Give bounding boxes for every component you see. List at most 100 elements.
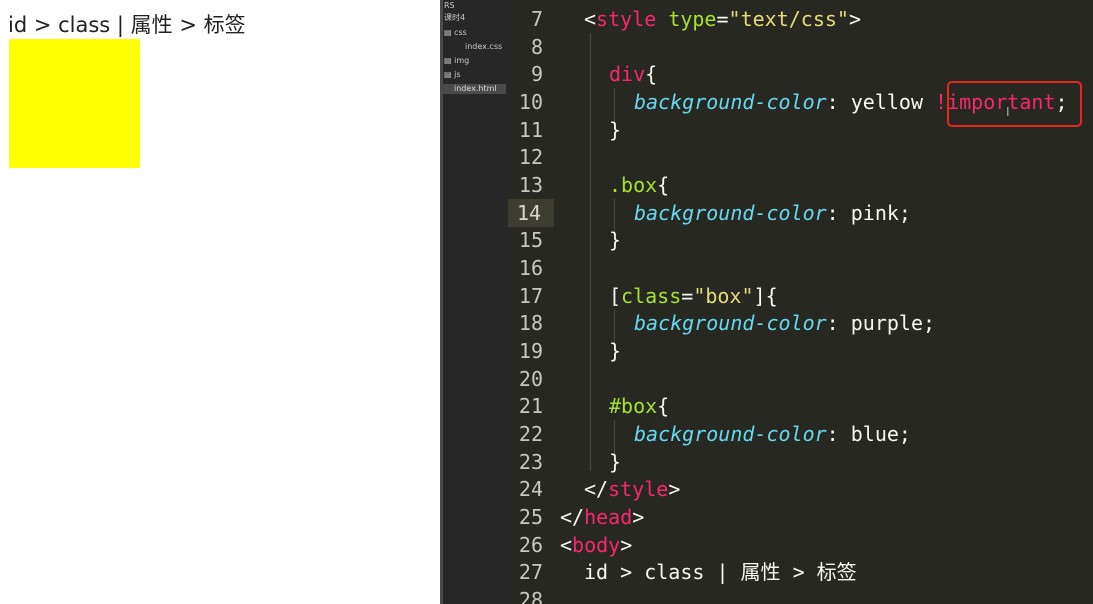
code-token-brace: } [609, 339, 622, 363]
code-token-value: pink [850, 201, 899, 225]
line-number: 8 [530, 35, 543, 59]
code-token-punctuation: </ [584, 477, 609, 501]
code-line-27: id > class | 属性 > 标签 [584, 558, 857, 586]
code-token-punctuation: < [560, 533, 573, 557]
preview-heading-text: id > class | 属性 > 标签 [8, 13, 246, 37]
code-token-brace: { [657, 173, 670, 197]
line-number: 17 [518, 284, 543, 308]
code-token-punctuation: > [632, 505, 645, 529]
line-number: 11 [518, 118, 543, 142]
code-token-colon: : [826, 422, 851, 446]
folder-lesson4[interactable]: 课时4 [444, 13, 465, 23]
code-token-brace: } [609, 118, 622, 142]
folder-icon: ▤ [444, 28, 455, 37]
code-token-value: yellow [850, 90, 936, 114]
preview-yellow-box [9, 39, 140, 168]
code-token-property: background-color [634, 422, 827, 446]
code-token-string: "box" [693, 284, 754, 308]
file-tree-root[interactable]: RS [444, 1, 455, 11]
important-highlight-annotation [947, 81, 1082, 127]
line-number: 10 [518, 90, 543, 114]
code-token-punctuation: > [848, 7, 861, 31]
code-line-11: } [609, 116, 621, 144]
line-number: 25 [518, 505, 543, 529]
code-token-semicolon: ; [898, 201, 911, 225]
code-line-26: <body> [560, 531, 632, 559]
code-token-punctuation: < [584, 7, 597, 31]
folder-img-label: img [454, 56, 470, 65]
code-token-brace: } [609, 228, 622, 252]
line-number: 13 [518, 173, 543, 197]
browser-preview: id > class | 属性 > 标签 [0, 0, 440, 604]
code-token-semicolon: ; [898, 422, 911, 446]
code-token-tag: body [572, 533, 621, 557]
indent-guide [590, 33, 591, 471]
line-number: 18 [518, 311, 543, 335]
code-token-colon: : [826, 311, 851, 335]
line-number: 22 [518, 422, 543, 446]
folder-js-label: js [454, 70, 461, 79]
folder-css-label: css [454, 28, 467, 37]
code-token-property: background-color [634, 90, 827, 114]
code-token-equals: = [681, 284, 694, 308]
code-token-brace: { [765, 284, 778, 308]
code-line-7: <style type="text/css"> [584, 5, 861, 33]
code-line-21: #box{ [609, 392, 669, 420]
line-number: 24 [518, 477, 543, 501]
code-line-19: } [609, 337, 621, 365]
code-token-attribute: type [668, 7, 717, 31]
code-token-property: background-color [634, 201, 827, 225]
code-token-punctuation: > [668, 477, 681, 501]
line-number-current: 14 [508, 199, 554, 227]
code-line-9: div{ [609, 60, 657, 88]
file-tree: RS 课时4 ▤ css index.css ▤ img ▤ js index.… [443, 0, 508, 604]
line-number: 28 [518, 588, 543, 604]
line-number: 23 [518, 450, 543, 474]
code-token-selector: #box [609, 394, 658, 418]
folder-img[interactable]: ▤ img [444, 56, 469, 66]
folder-icon: ▤ [444, 70, 455, 79]
folder-js[interactable]: ▤ js [444, 70, 461, 80]
code-token-property: background-color [634, 311, 827, 335]
file-index-html[interactable]: index.html [443, 84, 506, 94]
code-line-17: [class="box"]{ [609, 282, 778, 310]
code-token-brace: } [609, 450, 622, 474]
code-token-colon: : [826, 201, 851, 225]
code-token-semicolon: ; [923, 311, 936, 335]
code-line-13: .box{ [609, 171, 669, 199]
line-number: 15 [518, 228, 543, 252]
code-token-brace: { [645, 62, 658, 86]
line-number: 12 [518, 145, 543, 169]
code-token-attribute: class [621, 284, 682, 308]
line-number: 7 [530, 7, 543, 31]
code-line-23: } [609, 448, 621, 476]
code-line-18: background-color: purple; [634, 309, 935, 337]
code-token-bracket: [ [609, 284, 622, 308]
code-token-tag: style [608, 477, 669, 501]
text-cursor-icon: I [1006, 105, 1010, 119]
code-token-tag: style [596, 7, 657, 31]
line-number-gutter: 7 8 9 10 11 12 13 14 15 16 17 18 19 20 2… [508, 0, 556, 604]
code-token-punctuation: </ [560, 505, 585, 529]
folder-css[interactable]: ▤ css [444, 28, 467, 38]
code-token-value: purple [850, 311, 923, 335]
code-token-bracket: ] [753, 284, 766, 308]
folder-icon: ▤ [444, 56, 455, 65]
code-line-14: background-color: pink; [634, 199, 911, 227]
code-token-value: blue [850, 422, 899, 446]
line-number: 9 [530, 62, 543, 86]
line-number: 16 [518, 256, 543, 280]
code-token-brace: { [657, 394, 670, 418]
code-token-text: id > class | 属性 > 标签 [584, 560, 857, 584]
code-token-string: "text/css" [728, 7, 849, 31]
line-number: 20 [518, 367, 543, 391]
code-token-selector: div [609, 62, 646, 86]
line-number: 21 [518, 394, 543, 418]
code-token-punctuation: > [620, 533, 633, 557]
code-line-22: background-color: blue; [634, 420, 911, 448]
line-number: 19 [518, 339, 543, 363]
code-token-selector: .box [609, 173, 658, 197]
file-index-css[interactable]: index.css [465, 42, 502, 52]
code-line-24: </style> [584, 475, 680, 503]
